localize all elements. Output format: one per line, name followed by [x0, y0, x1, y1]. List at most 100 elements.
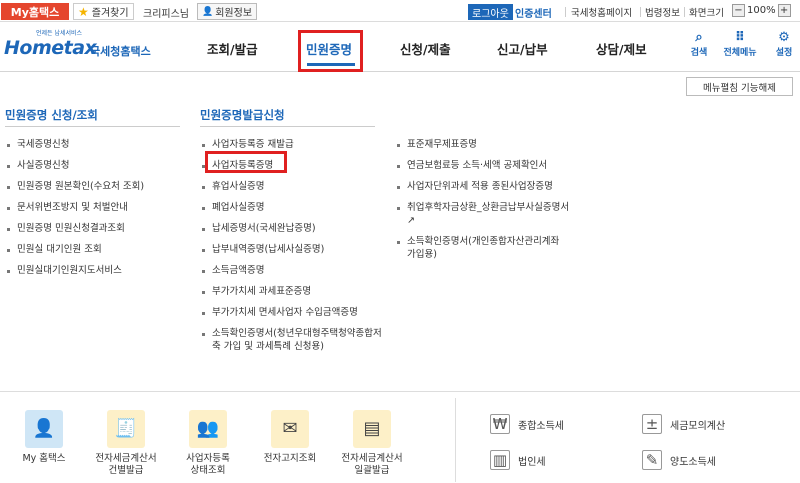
user-name: 크리피스님: [143, 9, 189, 20]
favorites-label: 즐겨찾기: [91, 8, 129, 19]
menu-item[interactable]: 납부내역증명(납세사실증명): [200, 243, 385, 256]
menu-item[interactable]: 민원증명 민원신청결과조회: [5, 222, 185, 235]
zoom-out-button[interactable]: −: [732, 4, 745, 17]
all-menu-label: 전체메뉴: [723, 48, 757, 58]
transfer-icon: ✎: [642, 450, 662, 470]
quick-electronic-notice[interactable]: ✉ 전자고지조회: [256, 410, 324, 465]
logo-tagline: 언제든 납세서비스: [36, 30, 83, 37]
menu-item[interactable]: 부가가치세 면세사업자 수입금액증명: [200, 306, 385, 319]
divider: [200, 126, 375, 127]
menu-toggle-button[interactable]: 메뉴펼침 기능해제: [686, 77, 793, 96]
tax-link-income[interactable]: ₩ 종합소득세: [490, 414, 564, 434]
quick-einvoice-batch[interactable]: ▤ 전자세금계산서 일괄발급: [338, 410, 406, 477]
menu-item[interactable]: 연금보험료등 소득·세액 공제확인서: [395, 159, 570, 172]
quick-einvoice-single[interactable]: 🧾 전자세금계산서 건별발급: [92, 410, 160, 477]
users-icon: 👥: [189, 410, 227, 448]
quick-label: 사업자등록 상태조회: [186, 453, 230, 476]
tax-link-label: 세금모의계산: [670, 420, 726, 432]
tax-link-label: 법인세: [518, 456, 546, 468]
highlight-box: [298, 30, 363, 72]
menu-item[interactable]: 휴업사실증명: [200, 180, 385, 193]
menu-item-label: 취업후학자금상환_상환금납부사실증명서: [407, 202, 570, 213]
divider: [640, 7, 641, 17]
my-hometax-button[interactable]: My홈택스: [1, 3, 69, 20]
external-link-icon: ↗: [407, 215, 415, 226]
settings-button[interactable]: ⚙ 설정: [769, 30, 799, 59]
quick-label: 전자고지조회: [263, 453, 317, 464]
mid-section-title: 민원증명발급신청: [200, 108, 285, 122]
batch-invoice-icon: ▤: [353, 410, 391, 448]
left-section-title: 민원증명 신청/조회: [5, 108, 98, 122]
nav-report-payment[interactable]: 신고/납부: [497, 39, 548, 58]
zoom-control: − 100% +: [732, 4, 791, 17]
menu-item[interactable]: 문서위변조방지 및 처벌안내: [5, 201, 185, 214]
legal-info-link[interactable]: 법령정보: [645, 5, 680, 19]
logout-button[interactable]: 로그아웃: [468, 4, 513, 20]
gear-icon: ⚙: [778, 30, 790, 45]
tax-link-label: 양도소득세: [670, 456, 716, 468]
settings-label: 설정: [775, 48, 793, 58]
divider: [5, 126, 180, 127]
mail-icon: ✉: [271, 410, 309, 448]
menu-item[interactable]: 민원실대기인원지도서비스: [5, 264, 185, 277]
left-menu-list: 국세증명신청 사실증명신청 민원증명 원본확인(수요처 조회) 문서위변조방지 …: [5, 138, 185, 285]
menu-item[interactable]: 소득확인증명서(청년우대형주택청약종합저축 가입 및 과세특례 신청용): [200, 327, 385, 353]
member-icon: 👤: [202, 6, 214, 17]
bottom-panel: 👤 My 홈택스 🧾 전자세금계산서 건별발급 👥 사업자등록 상태조회 ✉ 전자고지조…: [0, 391, 800, 483]
calculator-icon: ±: [642, 414, 662, 434]
quick-label: 전자세금계산서 일괄발급: [341, 453, 403, 476]
menu-item[interactable]: 민원실 대기인원 조회: [5, 243, 185, 256]
favorites-button[interactable]: ★ 즐겨찾기: [73, 3, 134, 20]
income-tax-icon: ₩: [490, 414, 510, 434]
quick-label: 전자세금계산서 건별발급: [95, 453, 157, 476]
nav-inquiry[interactable]: 조회/발급: [207, 39, 258, 58]
menu-item[interactable]: 사업자등록증 재발급: [200, 138, 385, 151]
logo-sub: 국세청홈택스: [90, 45, 151, 58]
nts-page-link[interactable]: 국세청홈페이지: [571, 5, 632, 19]
right-menu-list: 표준재무제표증명 연금보험료등 소득·세액 공제확인서 사업자단위과세 적용 종…: [395, 138, 570, 269]
top-bar: My홈택스 ★ 즐겨찾기 크리피스님 👤 회원정보 로그아웃 인증센터 국세청홈페이…: [0, 0, 800, 22]
divider: [565, 7, 566, 17]
menu-item[interactable]: 국세증명신청: [5, 138, 185, 151]
grid-icon: ⠿: [734, 30, 746, 45]
zoom-in-button[interactable]: +: [777, 4, 791, 17]
hometax-logo[interactable]: 언제든 납세서비스 Hometax 국세청홈택스: [4, 28, 154, 62]
invoice-icon: 🧾: [107, 410, 145, 448]
quick-label: My 홈택스: [22, 453, 66, 464]
tax-link-label: 종합소득세: [518, 420, 564, 432]
zoom-value: 100%: [747, 5, 776, 16]
menu-item[interactable]: 사실증명신청: [5, 159, 185, 172]
menu-item[interactable]: 민원증명 원본확인(수요처 조회): [5, 180, 185, 193]
cert-center-link[interactable]: 인증센터: [515, 5, 552, 20]
quick-business-status[interactable]: 👥 사업자등록 상태조회: [174, 410, 242, 477]
header: 언제든 납세서비스 Hometax 국세청홈택스 조회/발급 민원증명 신청/제…: [0, 22, 800, 72]
star-icon: ★: [78, 4, 89, 19]
menu-item[interactable]: 폐업사실증명: [200, 201, 385, 214]
member-info-button[interactable]: 👤 회원정보: [197, 3, 258, 20]
tax-link-corporate[interactable]: ▥ 법인세: [490, 450, 546, 470]
divider: [455, 398, 456, 482]
member-info-label: 회원정보: [215, 8, 253, 19]
building-icon: ▥: [490, 450, 510, 470]
divider: [684, 7, 685, 17]
menu-item[interactable]: 사업자단위과세 적용 종된사업장증명: [395, 180, 570, 193]
all-menu-button[interactable]: ⠿ 전체메뉴: [720, 30, 760, 59]
menu-item[interactable]: 부가가치세 과세표준증명: [200, 285, 385, 298]
tax-link-transfer[interactable]: ✎ 양도소득세: [642, 450, 716, 470]
nav-application[interactable]: 신청/제출: [400, 39, 451, 58]
logo-text: Hometax: [4, 37, 97, 59]
menu-item[interactable]: 소득확인증명서(개인종합자산관리계좌 가입용): [395, 235, 570, 261]
menu-item[interactable]: 취업후학자금상환_상환금납부사실증명서 ↗: [395, 201, 570, 227]
person-icon: 👤: [25, 410, 63, 448]
search-button[interactable]: ⌕ 검색: [684, 30, 714, 59]
tax-link-calculator[interactable]: ± 세금모의계산: [642, 414, 725, 434]
menu-item[interactable]: 납세증명서(국세완납증명): [200, 222, 385, 235]
search-label: 검색: [690, 48, 708, 58]
menu-item[interactable]: 소득금액증명: [200, 264, 385, 277]
nav-consultation[interactable]: 상담/제보: [596, 39, 647, 58]
screen-size-label: 화면크기: [689, 8, 724, 19]
highlight-box: [205, 151, 287, 173]
quick-my-hometax[interactable]: 👤 My 홈택스: [10, 410, 78, 465]
search-icon: ⌕: [695, 30, 703, 45]
menu-item[interactable]: 표준재무제표증명: [395, 138, 570, 151]
